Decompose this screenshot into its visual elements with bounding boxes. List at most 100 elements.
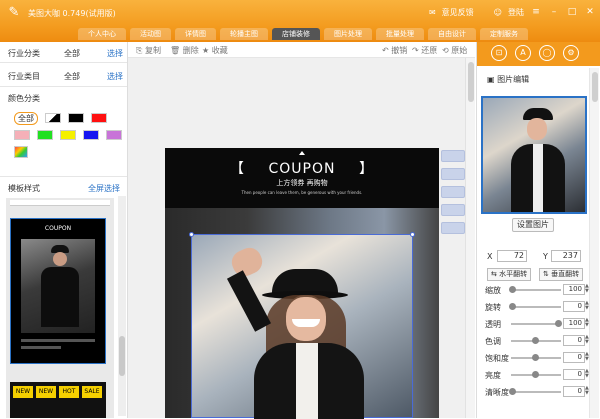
login-link[interactable]: 登陆 — [508, 7, 524, 18]
tab-4[interactable]: 店铺装修 — [272, 28, 320, 40]
design-canvas[interactable]: 【 COUPON 】 上方领券 再购物 Then people can leav… — [165, 148, 439, 419]
thumb-coupon-title: COUPON — [44, 225, 72, 232]
slider-track[interactable] — [511, 306, 561, 308]
x-input[interactable]: 72 — [497, 250, 527, 262]
slider-knob[interactable] — [532, 354, 539, 361]
gear-icon[interactable]: ⚙ — [563, 45, 579, 61]
maximize-icon[interactable]: □ — [566, 6, 578, 18]
color-swatch-pink[interactable] — [14, 130, 30, 140]
favorite-button[interactable]: ★ 收藏 — [202, 45, 228, 56]
color-all-button[interactable]: 全部 — [14, 112, 38, 125]
industry-category-select-link[interactable]: 选择 — [107, 48, 123, 59]
up-arrow-icon — [299, 151, 305, 155]
template-thumb-partial[interactable] — [10, 200, 110, 206]
resize-handle[interactable] — [410, 232, 415, 237]
scroll-thumb[interactable] — [468, 62, 474, 102]
scroll-thumb[interactable] — [592, 72, 598, 102]
text-icon[interactable]: A — [515, 45, 531, 61]
template-list: COUPON NEW NEW HOT SALE — [6, 198, 114, 418]
slider-label: 透明 — [485, 320, 501, 329]
slider-value-input[interactable]: 0 — [563, 301, 585, 312]
thumb-text-line — [21, 339, 95, 342]
flip-h-icon: ⇆ — [491, 270, 497, 278]
flip-v-icon: ⇅ — [543, 270, 549, 278]
slider-value-input[interactable]: 0 — [563, 386, 585, 397]
industry-item-select-link[interactable]: 选择 — [107, 71, 123, 82]
template-thumb-coupon[interactable]: COUPON — [10, 218, 106, 364]
color-swatch-bw[interactable] — [45, 113, 61, 123]
user-icon[interactable]: ☺ — [494, 8, 502, 17]
copy-button[interactable]: ⎘ 复制 — [136, 45, 161, 56]
template-scrollbar[interactable] — [118, 196, 126, 416]
color-swatch-green[interactable] — [37, 130, 53, 140]
color-swatch-yellow[interactable] — [60, 130, 76, 140]
scroll-thumb[interactable] — [119, 336, 125, 376]
slider-knob[interactable] — [555, 320, 562, 327]
color-swatch-black[interactable] — [68, 113, 84, 123]
redo-button[interactable]: ↷ 还原 — [412, 45, 437, 56]
slider-knob[interactable] — [509, 286, 516, 293]
fullscreen-select-link[interactable]: 全屏选择 — [88, 183, 120, 194]
feather-logo-icon: ✎ — [8, 5, 20, 20]
side-tag[interactable] — [441, 204, 465, 216]
industry-category-label: 行业分类 — [8, 49, 40, 58]
slider-knob[interactable] — [532, 371, 539, 378]
tab-6[interactable]: 批量处理 — [376, 28, 424, 40]
template-thumb-sale[interactable]: NEW NEW HOT SALE — [10, 382, 106, 418]
slider-value-input[interactable]: 100 — [563, 284, 585, 295]
tab-3[interactable]: 轮播主图 — [220, 28, 268, 40]
slider-value-input[interactable]: 0 — [563, 352, 585, 363]
slider-knob[interactable] — [532, 337, 539, 344]
shape-icon[interactable]: ◯ — [539, 45, 555, 61]
smile-icon — [292, 319, 320, 327]
color-swatch-purple[interactable] — [106, 130, 122, 140]
crop-icon[interactable]: ⊡ — [491, 45, 507, 61]
y-input[interactable]: 237 — [551, 250, 581, 262]
color-swatch-red[interactable] — [91, 113, 107, 123]
slider-knob[interactable] — [509, 303, 516, 310]
redo-label: 还原 — [421, 46, 438, 55]
undo-icon: ↶ — [382, 46, 389, 55]
slider-track[interactable] — [511, 289, 561, 291]
feedback-link[interactable]: 意见反馈 — [442, 7, 474, 18]
y-label: Y — [543, 252, 548, 261]
original-button[interactable]: ⟲ 原始 — [442, 45, 467, 56]
slider-value-input[interactable]: 0 — [563, 335, 585, 346]
side-tag[interactable] — [441, 150, 465, 162]
slider-track[interactable] — [511, 391, 561, 393]
coupon-banner[interactable]: 【 COUPON 】 上方领券 再购物 Then people can leav… — [165, 148, 439, 208]
resize-handle[interactable] — [189, 232, 194, 237]
slider-knob[interactable] — [509, 388, 516, 395]
side-tag[interactable] — [441, 186, 465, 198]
right-panel-scrollbar[interactable] — [589, 68, 599, 418]
slider-track[interactable] — [511, 323, 561, 325]
tab-7[interactable]: 自由设计 — [428, 28, 476, 40]
color-swatch-blue[interactable] — [83, 130, 99, 140]
undo-button[interactable]: ↶ 撤销 — [382, 45, 407, 56]
minimize-icon[interactable]: – — [548, 6, 560, 18]
side-tag[interactable] — [441, 222, 465, 234]
side-tag[interactable] — [441, 168, 465, 180]
feedback-icon[interactable]: ✉ — [429, 8, 436, 17]
delete-label: 删除 — [182, 46, 199, 55]
slider-row: 旋转 0 ▲ ▼ — [485, 301, 589, 313]
image-edit-title: 图片编辑 — [497, 75, 530, 84]
color-swatch-multicolor[interactable] — [14, 146, 28, 158]
selected-photo-layer[interactable] — [189, 232, 415, 419]
tab-8[interactable]: 定制服务 — [480, 28, 528, 40]
delete-button[interactable]: 🗑 删除 — [170, 45, 199, 56]
canvas-scrollbar[interactable] — [465, 58, 475, 418]
tab-1[interactable]: 活动图 — [130, 28, 171, 40]
slider-value-input[interactable]: 100 — [563, 318, 585, 329]
close-icon[interactable]: ✕ — [584, 6, 596, 18]
menu-icon[interactable]: ≡ — [530, 6, 542, 18]
tab-5[interactable]: 图片处理 — [324, 28, 372, 40]
slider-value-input[interactable]: 0 — [563, 369, 585, 380]
slider-row: 亮度 0 ▲ ▼ — [485, 369, 589, 381]
tab-2[interactable]: 详情图 — [175, 28, 216, 40]
image-preview — [481, 96, 587, 214]
tab-0[interactable]: 个人中心 — [78, 28, 126, 40]
flip-horizontal-button[interactable]: ⇆ 水平翻转 — [487, 268, 532, 281]
flip-vertical-button[interactable]: ⇅ 垂直翻转 — [539, 268, 584, 281]
set-image-button[interactable]: 设置图片 — [512, 218, 554, 232]
